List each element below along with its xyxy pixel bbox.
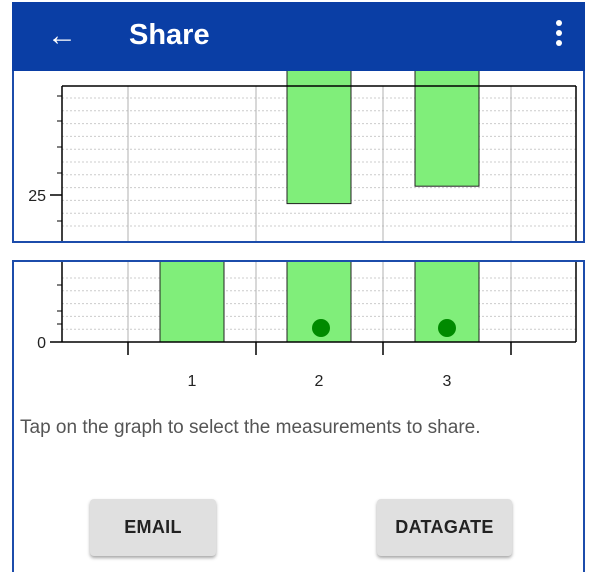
bar-2 — [286, 71, 352, 205]
selection-dot-3 — [438, 319, 456, 337]
y-tick-label-25: 25 — [28, 188, 46, 205]
x-tick-label-1: 1 — [188, 373, 197, 390]
bar-3 — [414, 71, 480, 187]
x-tick-label-2: 2 — [315, 373, 324, 390]
page-title: Share — [129, 19, 210, 51]
bar-graph-top[interactable]: 25 — [14, 71, 583, 241]
share-hint-text: Tap on the graph to select the measureme… — [20, 417, 481, 438]
x-tick-label-3: 3 — [443, 373, 452, 390]
email-button[interactable]: EMAIL — [90, 499, 216, 556]
more-options-icon[interactable] — [553, 20, 565, 52]
datagate-button[interactable]: DATAGATE — [377, 499, 512, 556]
bar-1-lower — [159, 262, 225, 343]
back-arrow-icon[interactable]: ← — [47, 16, 87, 56]
graph-viewport-top[interactable]: 25 — [12, 71, 585, 243]
bar-graph-bottom[interactable]: 0 1 2 3 — [14, 262, 583, 412]
app-bar: ← Share — [12, 2, 585, 71]
selection-dot-2 — [312, 319, 330, 337]
y-tick-label-0: 0 — [37, 335, 46, 352]
